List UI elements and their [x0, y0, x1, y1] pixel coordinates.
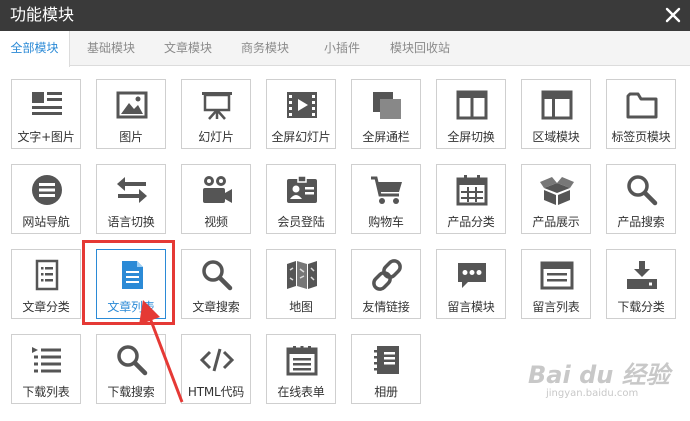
module-label: 全屏幻灯片	[271, 130, 331, 144]
language-switch-arrows-icon	[117, 177, 147, 203]
module-label: 语言切换	[107, 215, 155, 229]
calendar-grid-icon	[456, 175, 488, 206]
module-tile-slideshow[interactable]: 幻灯片	[181, 79, 251, 149]
menu-list-icon	[32, 175, 62, 205]
text-image-icon	[32, 92, 62, 115]
module-label: HTML代码	[187, 385, 245, 399]
video-camera-icon	[203, 176, 232, 203]
module-tile-product-display[interactable]: 产品展示	[521, 164, 591, 234]
module-label: 下载搜索	[107, 385, 155, 399]
module-tile-download-search[interactable]: 下载搜索	[96, 334, 166, 404]
module-label: 购物车	[368, 215, 404, 229]
module-label: 下载列表	[22, 385, 70, 399]
module-label: 文章列表	[107, 300, 155, 314]
module-tile-fullscreen-switch[interactable]: 全屏切换	[436, 79, 506, 149]
module-tile-download-category[interactable]: 下载分类	[606, 249, 676, 319]
module-label: 留言模块	[447, 300, 495, 314]
module-label: 标签页模块	[611, 130, 671, 144]
module-tile-html-code[interactable]: HTML代码	[181, 334, 251, 404]
module-label: 文字+图片	[17, 130, 75, 144]
document-icon	[122, 261, 143, 289]
module-tile-download-list[interactable]: 下载列表	[11, 334, 81, 404]
module-tile-product-search[interactable]: 产品搜索	[606, 164, 676, 234]
module-tile-video[interactable]: 视频	[181, 164, 251, 234]
module-tile-shopping-cart[interactable]: 购物车	[351, 164, 421, 234]
module-label: 地图	[289, 300, 313, 314]
fullscreen-switch-icon	[456, 90, 488, 120]
module-tile-article-category[interactable]: 文章分类	[11, 249, 81, 319]
module-label: 文章搜索	[192, 300, 240, 314]
message-list-icon	[540, 261, 574, 290]
module-tile-member-login[interactable]: 会员登陆	[266, 164, 336, 234]
module-label: 全屏切换	[447, 130, 495, 144]
module-label: 下载分类	[617, 300, 665, 314]
module-tile-site-nav[interactable]: 网站导航	[11, 164, 81, 234]
module-tile-online-form[interactable]: 在线表单	[266, 334, 336, 404]
module-label: 留言列表	[532, 300, 580, 314]
module-tile-message-list[interactable]: 留言列表	[521, 249, 591, 319]
module-tile-fullscreen-banner[interactable]: 全屏通栏	[351, 79, 421, 149]
module-label: 相册	[374, 385, 398, 399]
chat-bubble-icon	[458, 263, 486, 288]
fullscreen-slideshow-icon	[287, 92, 317, 118]
module-tile-image[interactable]: 图片	[96, 79, 166, 149]
code-brackets-icon	[199, 348, 235, 372]
module-tile-message[interactable]: 留言模块	[436, 249, 506, 319]
module-label: 产品展示	[532, 215, 580, 229]
module-label: 文章分类	[22, 300, 70, 314]
module-tile-region[interactable]: 区域模块	[521, 79, 591, 149]
search-icon	[627, 175, 658, 206]
module-label: 产品搜索	[617, 215, 665, 229]
module-label: 在线表单	[277, 385, 325, 399]
region-module-icon	[541, 90, 573, 120]
module-label: 幻灯片	[198, 130, 234, 144]
shopping-cart-icon	[371, 176, 402, 204]
module-tile-tab-page[interactable]: 标签页模块	[606, 79, 676, 149]
module-label: 区域模块	[532, 130, 580, 144]
module-tile-friend-links[interactable]: 友情链接	[351, 249, 421, 319]
slideshow-easel-icon	[202, 92, 232, 120]
product-box-icon	[540, 177, 574, 205]
module-label: 网站导航	[22, 215, 70, 229]
image-icon	[116, 91, 148, 119]
module-tile-album[interactable]: 相册	[351, 334, 421, 404]
module-tile-fullscreen-slideshow[interactable]: 全屏幻灯片	[266, 79, 336, 149]
module-tile-language-switch[interactable]: 语言切换	[96, 164, 166, 234]
module-label: 全屏通栏	[362, 130, 410, 144]
module-tile-article-search[interactable]: 文章搜索	[181, 249, 251, 319]
module-label: 友情链接	[362, 300, 410, 314]
module-label: 视频	[204, 215, 228, 229]
member-card-icon	[287, 175, 317, 203]
link-chain-icon	[372, 259, 402, 291]
online-form-icon	[286, 346, 318, 376]
search-icon	[117, 345, 148, 376]
module-grid: 文字+图片 图片 幻灯片 全屏幻灯片 全屏通栏 全屏切换 区域模块 标签页模块 …	[0, 0, 690, 421]
module-tile-text-image[interactable]: 文字+图片	[11, 79, 81, 149]
module-tile-product-category[interactable]: 产品分类	[436, 164, 506, 234]
map-icon	[287, 261, 317, 289]
fullscreen-banner-icon	[373, 92, 401, 119]
module-label: 产品分类	[447, 215, 495, 229]
module-label: 会员登陆	[277, 215, 325, 229]
search-icon	[202, 260, 233, 291]
module-tile-article-list[interactable]: 文章列表	[96, 249, 166, 319]
module-tile-map[interactable]: 地图	[266, 249, 336, 319]
download-tray-icon	[627, 261, 657, 289]
album-notebook-icon	[374, 346, 399, 374]
module-label: 图片	[119, 130, 143, 144]
article-category-icon	[35, 259, 59, 291]
download-list-icon	[32, 347, 61, 373]
folder-tab-icon	[626, 92, 658, 119]
